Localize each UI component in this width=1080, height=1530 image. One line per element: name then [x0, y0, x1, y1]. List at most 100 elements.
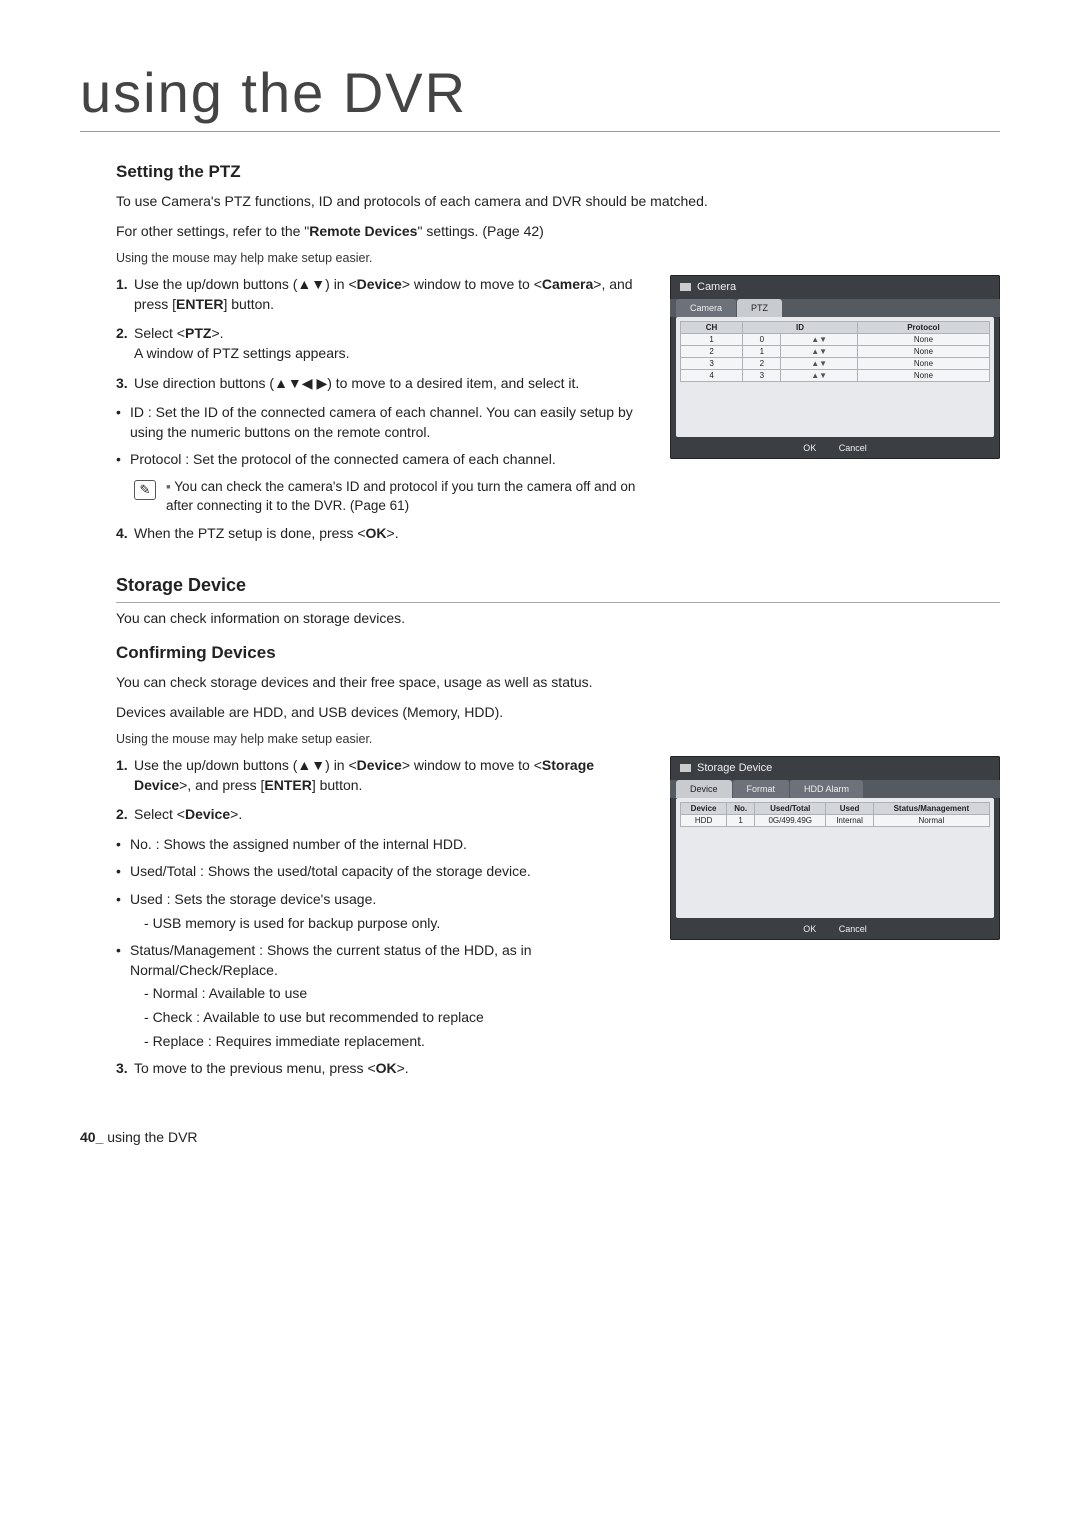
- cancel-button[interactable]: Cancel: [839, 924, 867, 934]
- stepper-icon[interactable]: ▲▼: [781, 334, 857, 346]
- text-bold: Device: [357, 276, 402, 292]
- bullet-status: Status/Management : Shows the current st…: [116, 941, 652, 1051]
- cell: 1: [727, 815, 755, 827]
- cell[interactable]: 1: [743, 346, 781, 358]
- th-status-mgmt: Status/Management: [873, 803, 989, 815]
- cell[interactable]: None: [857, 334, 989, 346]
- ptz-step-2: Select <PTZ>. A window of PTZ settings a…: [116, 324, 652, 363]
- text: Select <: [134, 806, 185, 822]
- text-bold: Camera: [542, 276, 593, 292]
- table-row: 2 1 ▲▼ None: [681, 346, 990, 358]
- page-footer: 40_ using the DVR: [80, 1129, 1000, 1145]
- text-bold: Device: [357, 757, 402, 773]
- text: >.: [397, 1060, 409, 1076]
- ok-button[interactable]: OK: [803, 443, 816, 453]
- cell[interactable]: 0: [743, 334, 781, 346]
- table-row: 3 2 ▲▼ None: [681, 358, 990, 370]
- cell: 2: [681, 346, 743, 358]
- text: " settings. (Page 42): [417, 223, 543, 239]
- cell: Internal: [826, 815, 873, 827]
- stepper-icon[interactable]: ▲▼: [781, 358, 857, 370]
- ptz-intro-1: To use Camera's PTZ functions, ID and pr…: [80, 192, 1000, 212]
- ptz-mouse-note: Using the mouse may help make setup easi…: [80, 251, 1000, 265]
- text: Used : Sets the storage device's usage.: [130, 891, 376, 907]
- table-row: 1 0 ▲▼ None: [681, 334, 990, 346]
- ok-button[interactable]: OK: [803, 924, 816, 934]
- storage-panel: Storage Device Device Format HDD Alarm D…: [670, 756, 1000, 940]
- tab-format[interactable]: Format: [733, 780, 790, 798]
- th-used-total: Used/Total: [755, 803, 826, 815]
- cell[interactable]: None: [857, 370, 989, 382]
- tab-device[interactable]: Device: [676, 780, 732, 798]
- heading-ptz: Setting the PTZ: [80, 162, 1000, 182]
- note-icon: ✎: [134, 480, 156, 500]
- cell[interactable]: None: [857, 358, 989, 370]
- chapter-title: using the DVR: [80, 60, 1000, 132]
- ptz-bullet-id: ID : Set the ID of the connected camera …: [116, 403, 652, 442]
- th-used: Used: [826, 803, 873, 815]
- bullet-no: No. : Shows the assigned number of the i…: [116, 835, 652, 855]
- text: > window to move to <: [402, 276, 542, 292]
- storage-intro: You can check information on storage dev…: [80, 609, 1000, 629]
- cell[interactable]: 3: [743, 370, 781, 382]
- ptz-table: CH ID Protocol 1 0 ▲▼ None 2 1 ▲▼ No: [680, 321, 990, 382]
- cancel-button[interactable]: Cancel: [839, 443, 867, 453]
- bullet-used-total: Used/Total : Shows the used/total capaci…: [116, 862, 652, 882]
- ptz-note: You can check the camera's ID and protoc…: [166, 478, 652, 516]
- stepper-icon[interactable]: ▲▼: [781, 346, 857, 358]
- camera-panel: Camera Camera PTZ CH ID Protocol 1 0 ▲▼: [670, 275, 1000, 459]
- text: When the PTZ setup is done, press <: [134, 525, 366, 541]
- cell: Normal: [873, 815, 989, 827]
- text: ] button.: [312, 777, 363, 793]
- cell: 1: [681, 334, 743, 346]
- camera-icon: [680, 283, 691, 291]
- cell: 3: [681, 358, 743, 370]
- text: Use the up/down buttons (▲▼) in <: [134, 757, 357, 773]
- bullet-used: Used : Sets the storage device's usage. …: [116, 890, 652, 933]
- text: >.: [230, 806, 242, 822]
- text-bold: ENTER: [264, 777, 311, 793]
- ptz-bullet-protocol: Protocol : Set the protocol of the conne…: [116, 450, 652, 470]
- storage-panel-tabs: Device Format HDD Alarm: [670, 780, 1000, 798]
- cell: HDD: [681, 815, 727, 827]
- cell[interactable]: 2: [743, 358, 781, 370]
- storage-table: Device No. Used/Total Used Status/Manage…: [680, 802, 990, 827]
- sub-replace: Replace : Requires immediate replacement…: [130, 1032, 652, 1052]
- confirm-mouse-note: Using the mouse may help make setup easi…: [80, 732, 1000, 746]
- tab-camera[interactable]: Camera: [676, 299, 736, 317]
- ptz-step-1: Use the up/down buttons (▲▼) in <Device>…: [116, 275, 652, 314]
- confirm-step-2: Select <Device>.: [116, 805, 652, 825]
- tab-hdd-alarm[interactable]: HDD Alarm: [790, 780, 863, 798]
- text: For other settings, refer to the ": [116, 223, 309, 239]
- table-row: HDD 1 0G/499.49G Internal Normal: [681, 815, 990, 827]
- table-row: 4 3 ▲▼ None: [681, 370, 990, 382]
- ptz-step-4: When the PTZ setup is done, press <OK>.: [116, 524, 652, 544]
- ptz-intro-2: For other settings, refer to the "Remote…: [80, 222, 1000, 242]
- text-bold: OK: [366, 525, 387, 541]
- confirm-step-1: Use the up/down buttons (▲▼) in <Device>…: [116, 756, 652, 795]
- stepper-icon[interactable]: ▲▼: [781, 370, 857, 382]
- tab-ptz[interactable]: PTZ: [737, 299, 782, 317]
- text: Status/Management : Shows the current st…: [130, 942, 532, 978]
- storage-panel-title: Storage Device: [670, 756, 1000, 780]
- ptz-step-3: Use direction buttons (▲▼◀ ▶) to move to…: [116, 374, 652, 394]
- camera-panel-title: Camera: [670, 275, 1000, 299]
- th-protocol: Protocol: [857, 322, 989, 334]
- sub-check: Check : Available to use but recommended…: [130, 1008, 652, 1028]
- text: Storage Device: [697, 762, 772, 774]
- cell[interactable]: None: [857, 346, 989, 358]
- text: >.: [387, 525, 399, 541]
- sub-usb: USB memory is used for backup purpose on…: [130, 914, 652, 934]
- text: Camera: [697, 281, 736, 293]
- text-bold: ENTER: [176, 296, 223, 312]
- th-no: No.: [727, 803, 755, 815]
- text-bold: OK: [376, 1060, 397, 1076]
- cell: 0G/499.49G: [755, 815, 826, 827]
- text-bold: Remote Devices: [309, 223, 417, 239]
- heading-confirming: Confirming Devices: [80, 643, 1000, 663]
- text: To move to the previous menu, press <: [134, 1060, 376, 1076]
- text: >.: [211, 325, 223, 341]
- th-ch: CH: [681, 322, 743, 334]
- camera-panel-tabs: Camera PTZ: [670, 299, 1000, 317]
- text-bold: PTZ: [185, 325, 211, 341]
